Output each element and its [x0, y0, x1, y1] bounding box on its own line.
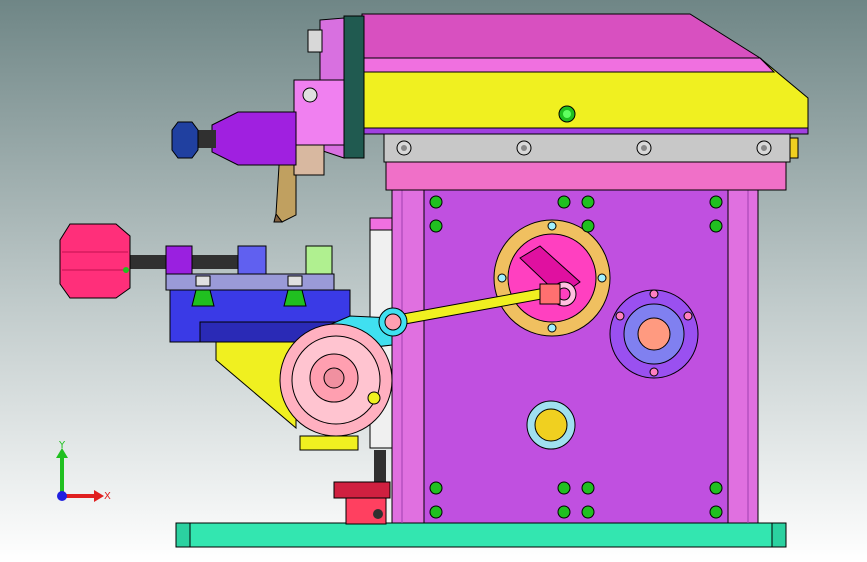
cam-ring-screw-right: [597, 273, 607, 283]
bushing-inner: [534, 408, 568, 442]
housing-bolt: [581, 505, 595, 519]
cross-slide-block-green: [305, 245, 333, 275]
tool-post-top: [165, 273, 335, 291]
x-axis-label: X: [104, 491, 111, 502]
adjuster-bolt: [373, 509, 383, 519]
link-end-pin-center: [384, 313, 402, 331]
cad-viewport[interactable]: Y X: [0, 0, 867, 562]
housing-bolt: [429, 219, 443, 233]
knob-pin: [123, 267, 129, 273]
handwheel-mount: [299, 435, 359, 451]
spindle-nose[interactable]: [171, 111, 297, 166]
rail-end-stop: [789, 137, 799, 159]
spindle-housing-port[interactable]: [302, 87, 318, 103]
housing-right-column: [727, 189, 759, 524]
head-cover-strip: [361, 57, 776, 73]
spindle-housing: [293, 79, 345, 146]
guide-rail[interactable]: [383, 131, 799, 163]
cross-slide-block-purple: [165, 245, 193, 275]
hub-center: [637, 317, 671, 351]
feed-knob[interactable]: [59, 223, 131, 299]
housing-bolt: [709, 505, 723, 519]
hub-screw-top: [649, 289, 659, 299]
handwheel-bore: [323, 367, 345, 389]
housing-bolt: [581, 481, 595, 495]
cross-slide-block-blue: [237, 245, 267, 275]
head-cover: [361, 13, 762, 59]
link-block: [539, 283, 561, 305]
housing-bolt: [557, 195, 571, 209]
housing-bolt: [709, 195, 723, 209]
hub-screw-bottom: [649, 367, 659, 377]
cam-assembly[interactable]: [493, 219, 611, 337]
flange-dark-ring: [343, 15, 365, 159]
machine-assembly-view[interactable]: [0, 0, 867, 562]
lower-adjuster[interactable]: [333, 450, 391, 525]
housing-bolt: [429, 505, 443, 519]
orientation-triad: Y X: [56, 440, 111, 502]
housing-bolt: [581, 219, 595, 233]
rail-screw-3-hole: [641, 145, 647, 151]
clamp-bolt-1-head: [195, 275, 211, 287]
housing-bolt: [429, 195, 443, 209]
base-plate-body: [175, 522, 787, 548]
housing-bolt: [709, 219, 723, 233]
cam-ring-screw-top: [547, 221, 557, 231]
guide-rail-body: [383, 131, 791, 163]
spindle-nose-cone: [211, 111, 297, 166]
base-plate-foot-right: [771, 522, 787, 548]
housing-bolt: [429, 481, 443, 495]
vertical-guide-top: [369, 217, 393, 231]
tool-clamp: [293, 144, 325, 176]
y-axis-label: Y: [58, 440, 66, 451]
spindle-flange[interactable]: [293, 15, 365, 159]
base-plate-foot-left: [175, 522, 191, 548]
housing-left-column: [391, 189, 425, 524]
housing-bolt: [581, 195, 595, 209]
cam-ring-screw-bottom: [547, 323, 557, 333]
output-hub[interactable]: [609, 289, 699, 379]
top-head[interactable]: [361, 13, 809, 135]
rail-screw-2-hole: [521, 145, 527, 151]
head-collar: [385, 159, 787, 191]
handwheel-screw[interactable]: [367, 391, 381, 405]
housing-bolt: [557, 481, 571, 495]
clamp-bolt-1[interactable]: [191, 289, 215, 307]
hub-screw-right: [683, 311, 693, 321]
x-axis-arrowhead: [94, 490, 104, 502]
adjuster-collar[interactable]: [333, 481, 391, 499]
lower-bushing[interactable]: [526, 400, 576, 450]
head-lower-strip: [361, 127, 809, 135]
z-axis-dot: [57, 491, 67, 501]
housing-bolt: [709, 481, 723, 495]
rail-screw-1-hole: [401, 145, 407, 151]
rail-screw-4-hole: [761, 145, 767, 151]
clamp-bolt-2[interactable]: [283, 289, 307, 307]
cam-ring-screw-left: [497, 273, 507, 283]
adjuster-screw: [374, 450, 386, 484]
lead-screw: [128, 255, 168, 269]
housing-bolt: [557, 505, 571, 519]
hub-screw-left: [615, 311, 625, 321]
spindle-nose-thread: [196, 130, 216, 148]
clamp-bolt-2-head: [287, 275, 303, 287]
head-indicator-light-center: [563, 110, 571, 118]
base-plate[interactable]: [175, 522, 787, 548]
spindle-nut[interactable]: [171, 121, 199, 159]
flange-cap: [307, 29, 323, 53]
